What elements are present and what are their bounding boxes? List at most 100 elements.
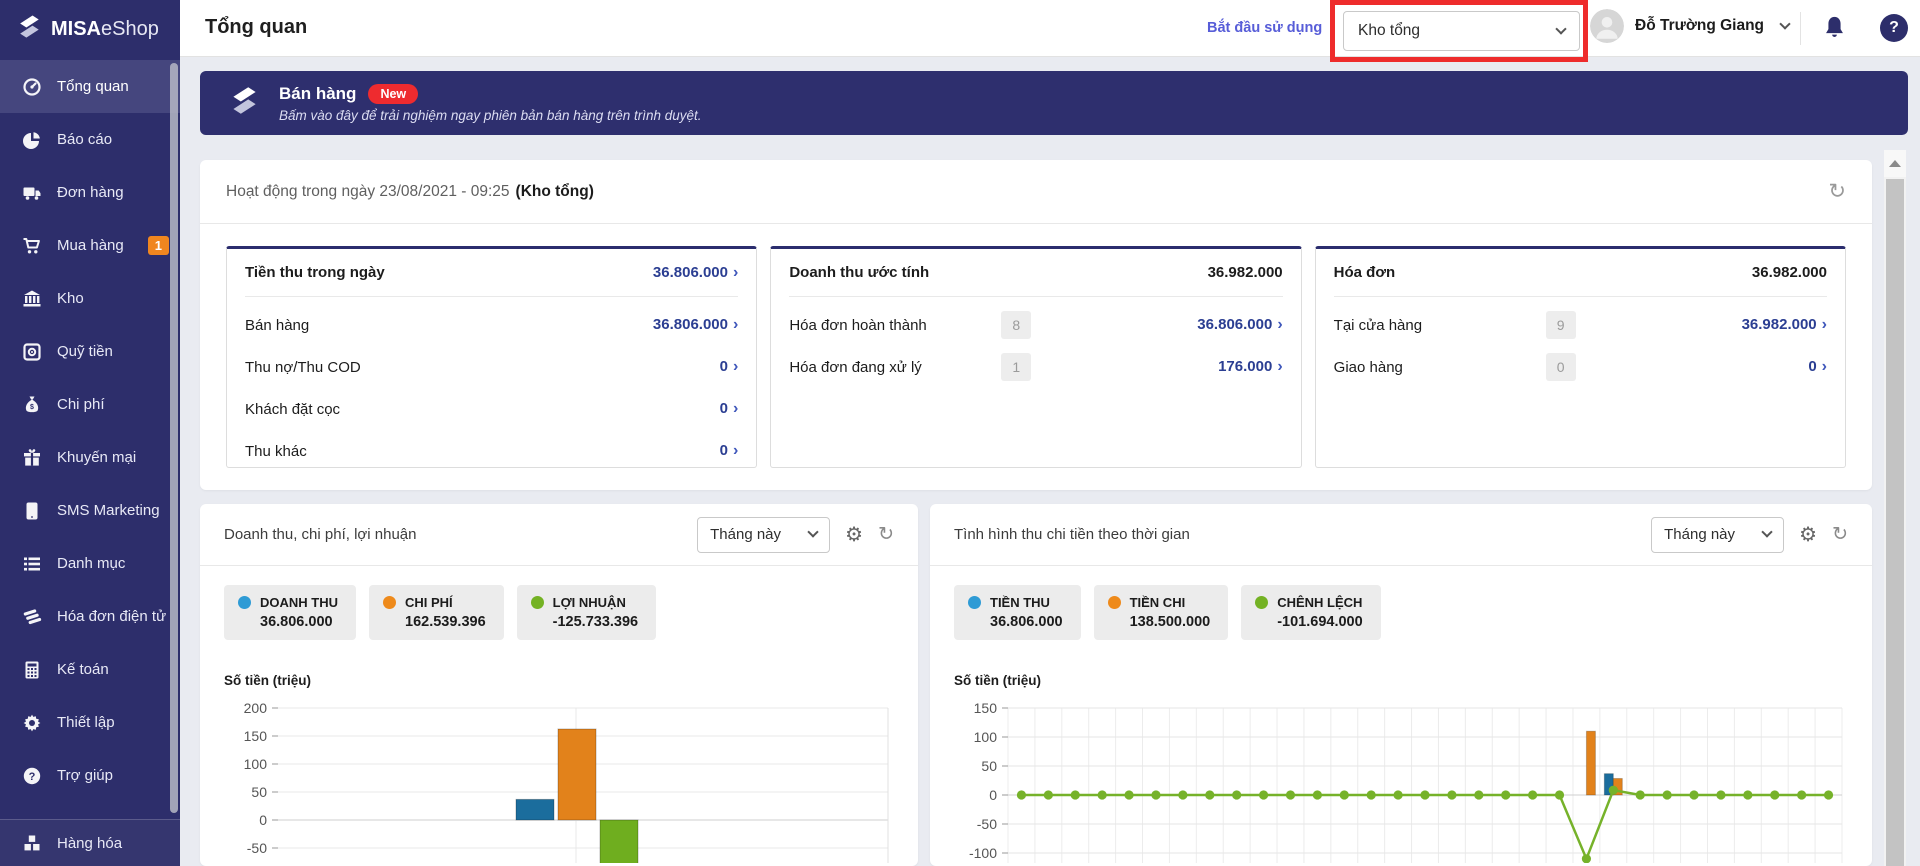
legend-chip[interactable]: TIỀN THU 36.806.000	[954, 585, 1081, 640]
y-axis-label: Số tiền (triệu)	[224, 673, 311, 688]
sidebar-item-sms-marketing[interactable]: SMS Marketing	[0, 484, 180, 537]
legend-chip[interactable]: DOANH THU 36.806.000	[224, 585, 356, 640]
sidebar-item-label: Đơn hàng	[57, 184, 124, 201]
sidebar-item-kho[interactable]: Kho	[0, 272, 180, 325]
sidebar-item-khuyen-mai[interactable]: Khuyến mại	[0, 431, 180, 484]
sidebar-item-bao-cao[interactable]: Báo cáo	[0, 113, 180, 166]
legend-chip[interactable]: CHÊNH LỆCH -101.694.000	[1241, 585, 1381, 640]
pie-chart-icon	[22, 130, 42, 150]
legend-chip[interactable]: LỢI NHUẬN -125.733.396	[516, 585, 657, 640]
stat-row-value[interactable]: 0 ›	[720, 358, 739, 376]
svg-text:0: 0	[259, 812, 267, 828]
sidebar-menu: Tổng quan Báo cáo Đơn hàng Mua hàng 1 Kho Quỹ …	[0, 60, 180, 802]
stat-row-value[interactable]: 36.806.000 ›	[653, 316, 738, 334]
sidebar-item-label: Tổng quan	[57, 78, 129, 95]
stat-row: Tại cửa hàng 9 36.982.000 ›	[1334, 311, 1827, 339]
chevron-right-icon: ›	[1277, 358, 1283, 375]
svg-text:100: 100	[244, 756, 268, 772]
sidebar-item-tro-giup[interactable]: ? Trợ giúp	[0, 749, 180, 802]
legend-dot-icon	[1255, 596, 1269, 609]
sidebar-item-hang-hoa[interactable]: Hàng hóa	[0, 820, 180, 866]
store-dropdown[interactable]: Kho tổng	[1343, 11, 1580, 51]
sidebar-item-mua-hang[interactable]: Mua hàng 1	[0, 219, 180, 272]
scrollbar-up-button[interactable]	[1884, 150, 1906, 177]
stat-row-value[interactable]: 36.806.000 ›	[1197, 316, 1282, 334]
legend-value: 162.539.396	[405, 614, 486, 630]
period-dropdown[interactable]: Tháng này	[1651, 516, 1785, 553]
sidebar-item-label: Chi phí	[57, 396, 105, 413]
stat-row-label: Hóa đơn hoàn thành	[789, 316, 927, 334]
sidebar-item-label: Hàng hóa	[57, 834, 123, 852]
sidebar-item-label: Kế toán	[57, 661, 109, 678]
safe-icon	[22, 342, 42, 362]
svg-text:50: 50	[251, 784, 267, 800]
gear-icon[interactable]: ⚙	[1799, 525, 1817, 545]
chart-card-header: Doanh thu, chi phí, lợi nhuận Tháng này …	[200, 504, 918, 566]
legend-label: CHI PHÍ	[405, 595, 453, 610]
stat-card-title: Tiền thu trong ngày	[245, 264, 385, 281]
user-menu[interactable]: Đỗ Trường Giang	[1590, 9, 1791, 43]
svg-text:$: $	[30, 404, 34, 411]
refresh-icon[interactable]: ↻	[1828, 181, 1846, 202]
count-badge: 1	[147, 236, 169, 255]
stat-row-value[interactable]: 0 ›	[720, 442, 739, 460]
scrollbar-thumb[interactable]	[1886, 179, 1904, 866]
legend-dot-icon	[530, 596, 544, 609]
sidebar-item-don-hang[interactable]: Đơn hàng	[0, 166, 180, 219]
stat-card-header: Doanh thu ước tính 36.982.000	[789, 249, 1283, 297]
stat-row-value[interactable]: 0 ›	[720, 400, 739, 418]
bar-line-chart: 150 100 50 0 -50 -100	[969, 700, 1843, 863]
topbar-divider	[1800, 12, 1801, 45]
cart-icon	[22, 236, 42, 256]
gear-icon[interactable]: ⚙	[845, 525, 863, 545]
svg-text:0: 0	[989, 787, 997, 803]
chevron-down-icon	[1555, 22, 1567, 35]
sidebar-item-hoa-don-dien-tu[interactable]: Hóa đơn điện tử	[0, 590, 180, 643]
stat-card: Tiền thu trong ngày 36.806.000 › Bán hàng 36…	[226, 246, 758, 468]
sidebar-item-label: SMS Marketing	[57, 502, 160, 519]
stat-row: Thu nợ/Thu COD 0 ›	[245, 353, 738, 381]
sidebar-item-quy-tien[interactable]: Quỹ tiền	[0, 325, 180, 378]
legend-value: -125.733.396	[552, 614, 639, 630]
start-using-link[interactable]: Bắt đầu sử dụng	[1207, 20, 1322, 36]
svg-text:100: 100	[974, 729, 998, 745]
refresh-icon[interactable]: ↻	[1832, 525, 1848, 544]
help-icon: ?	[22, 766, 42, 786]
notification-bell-icon[interactable]	[1821, 14, 1848, 46]
sidebar-scrollbar[interactable]	[170, 63, 178, 813]
stat-row-label: Bán hàng	[245, 316, 310, 334]
sidebar-item-tong-quan[interactable]: Tổng quan	[0, 60, 180, 113]
sidebar-item-chi-phi[interactable]: $ Chi phí	[0, 378, 180, 431]
sidebar-item-label: Khuyến mại	[57, 449, 137, 466]
count-badge: 0	[1545, 353, 1576, 381]
sidebar-item-ke-toan[interactable]: Kế toán	[0, 643, 180, 696]
sales-banner[interactable]: Bán hàng New Bấm vào đây để trải nghiệm …	[200, 71, 1908, 135]
up-arrow-icon	[1889, 160, 1901, 167]
content-scrollbar[interactable]	[1884, 150, 1906, 866]
sidebar-item-thiet-lap[interactable]: Thiết lập	[0, 696, 180, 749]
legend-chip[interactable]: CHI PHÍ 162.539.396	[369, 585, 504, 640]
stat-row-value[interactable]: 0 ›	[1808, 358, 1827, 376]
sidebar-item-label: Trợ giúp	[57, 767, 113, 784]
refresh-icon[interactable]: ↻	[878, 525, 894, 544]
stat-row-value[interactable]: 36.982.000 ›	[1742, 316, 1827, 334]
legend-chip[interactable]: TIỀN CHI 138.500.000	[1093, 585, 1229, 640]
sidebar-item-label: Danh mục	[57, 555, 126, 572]
brand-logo[interactable]: MISAeShop	[0, 0, 180, 58]
period-dropdown[interactable]: Tháng này	[697, 516, 831, 553]
banner-title: Bán hàng	[279, 83, 357, 103]
count-badge: 8	[1001, 311, 1032, 339]
chevron-down-icon	[1779, 17, 1791, 30]
avatar	[1590, 9, 1624, 43]
legend-dot-icon	[383, 596, 396, 609]
gift-icon	[22, 448, 42, 468]
legend-dot-icon	[1107, 596, 1121, 609]
chart-title: Tình hình thu chi tiền theo thời gian	[954, 526, 1190, 543]
stat-row-value[interactable]: 176.000 ›	[1218, 358, 1283, 376]
chevron-down-icon	[1761, 526, 1773, 538]
help-icon[interactable]: ?	[1880, 14, 1908, 42]
sidebar-item-danh-muc[interactable]: Danh mục	[0, 537, 180, 590]
truck-icon	[22, 183, 42, 203]
chevron-right-icon: ›	[733, 442, 739, 459]
store-dropdown-value: Kho tổng	[1358, 22, 1421, 39]
